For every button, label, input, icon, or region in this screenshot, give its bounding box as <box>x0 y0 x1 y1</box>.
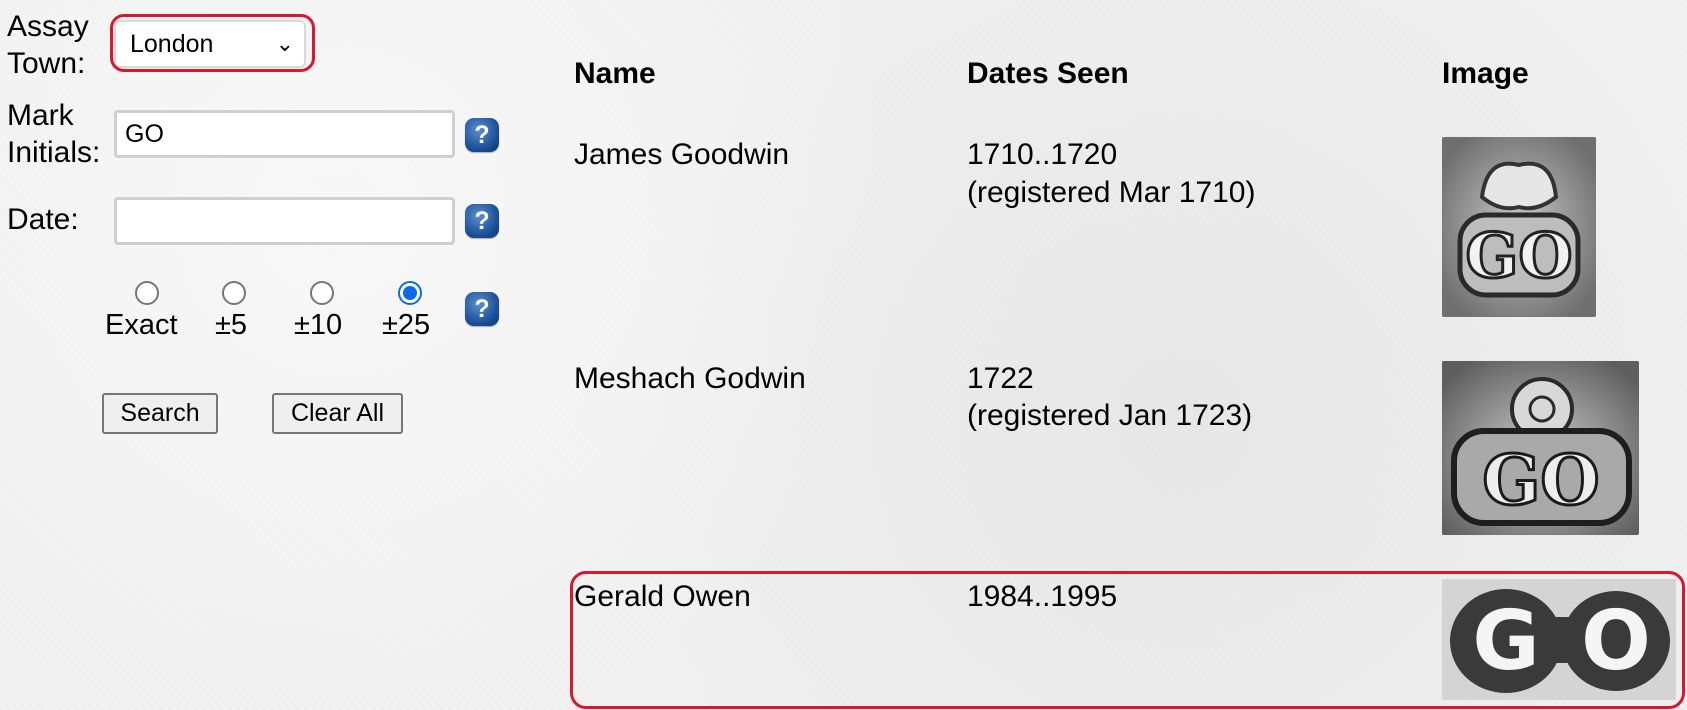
mark-initials-label: Mark Initials: <box>7 99 101 169</box>
column-header-image: Image <box>1442 57 1529 90</box>
row-2-registered: (registered Jan 1723) <box>967 399 1253 432</box>
search-button[interactable]: Search <box>102 393 218 434</box>
date-range-help-icon[interactable]: ? <box>465 292 499 326</box>
svg-text:GO: GO <box>1482 441 1599 521</box>
row-2-dates: 1722 <box>967 362 1034 395</box>
row-2-name: Meshach Godwin <box>574 362 806 395</box>
radio-exact[interactable] <box>135 281 159 305</box>
result-row-highlight <box>570 571 1685 709</box>
clear-all-button[interactable]: Clear All <box>272 393 403 434</box>
mark-initials-help-icon[interactable]: ? <box>465 118 499 152</box>
column-header-dates-seen: Dates Seen <box>967 57 1129 90</box>
radio-plus-minus-10[interactable] <box>310 281 334 305</box>
radio-plus-minus-25-label: ±25 <box>382 309 431 341</box>
radio-plus-minus-5[interactable] <box>222 281 246 305</box>
assay-town-highlight <box>110 14 315 72</box>
row-1-name: James Goodwin <box>574 138 790 171</box>
radio-exact-label: Exact <box>105 309 178 341</box>
date-label: Date: <box>7 203 79 236</box>
row-1-registered: (registered Mar 1710) <box>967 176 1256 209</box>
date-input[interactable] <box>114 197 455 245</box>
mark-initials-input[interactable]: GO <box>114 110 455 158</box>
maker-mark-image-row-1[interactable]: GO <box>1442 137 1596 317</box>
date-help-icon[interactable]: ? <box>465 204 499 238</box>
radio-plus-minus-5-label: ±5 <box>215 309 248 341</box>
column-header-name: Name <box>574 57 656 90</box>
radio-plus-minus-10-label: ±10 <box>294 309 343 341</box>
svg-text:GO: GO <box>1466 219 1573 292</box>
assay-town-label: Assay Town: <box>7 10 89 80</box>
radio-plus-minus-25[interactable] <box>398 281 422 305</box>
maker-mark-image-row-2[interactable]: GO <box>1442 361 1639 535</box>
maker-mark-go-crown-icon: GO <box>1442 137 1596 317</box>
maker-mark-go-rose-icon: GO <box>1442 361 1639 535</box>
row-1-dates: 1710..1720 <box>967 138 1118 171</box>
